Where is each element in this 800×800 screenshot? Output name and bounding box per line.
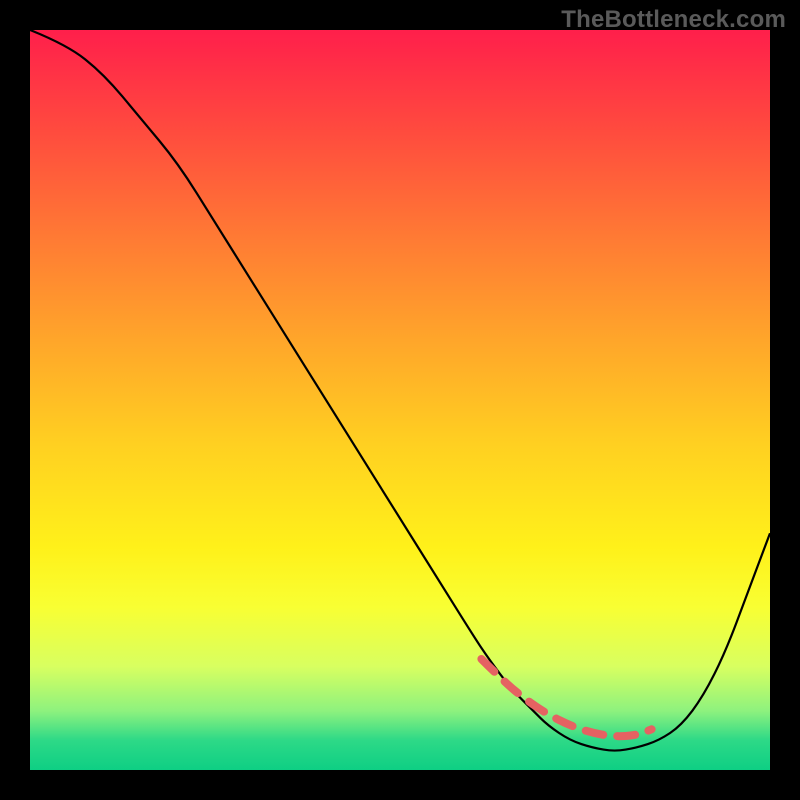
- plot-area: [30, 30, 770, 770]
- bottleneck-curve: [30, 30, 770, 751]
- optimal-range-dashed: [481, 659, 651, 736]
- chart-svg: [30, 30, 770, 770]
- chart-container: TheBottleneck.com: [0, 0, 800, 800]
